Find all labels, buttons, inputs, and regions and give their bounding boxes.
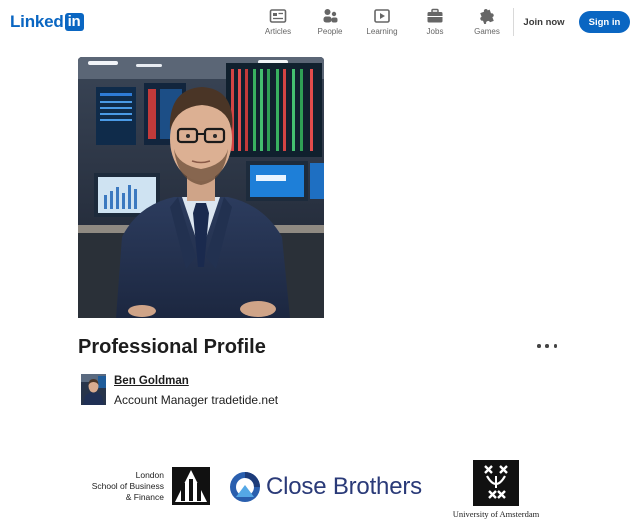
jobs-icon bbox=[427, 8, 443, 23]
nav-label: Jobs bbox=[426, 27, 444, 36]
logo-box: in bbox=[64, 13, 84, 31]
hero-image bbox=[78, 57, 324, 318]
articles-icon bbox=[269, 9, 287, 23]
uva-logo: University of Amsterdam bbox=[440, 460, 552, 522]
learning-icon bbox=[374, 9, 390, 23]
nav-jobs[interactable]: Jobs bbox=[413, 8, 457, 38]
nav-label: Articles bbox=[264, 27, 292, 36]
dot bbox=[553, 344, 557, 348]
lsbf-line: London bbox=[135, 470, 164, 480]
lsbf-wordmark: London School of Business & Finance bbox=[92, 470, 164, 503]
nav-articles[interactable]: Articles bbox=[256, 8, 300, 38]
nav-label: People bbox=[317, 27, 343, 36]
nav-people[interactable]: People bbox=[308, 8, 352, 38]
avatar-illustration bbox=[81, 374, 106, 405]
logo-text: Linked bbox=[10, 12, 64, 31]
lsbf-logo: London School of Business & Finance bbox=[84, 466, 212, 506]
nav-learning[interactable]: Learning bbox=[360, 8, 404, 38]
lsbf-line: & Finance bbox=[125, 492, 164, 502]
linkedin-logo[interactable]: Linked in bbox=[10, 12, 84, 32]
author-headline: Account Manager tradetide.net bbox=[114, 393, 279, 407]
author-name-link[interactable]: Ben Goldman bbox=[114, 375, 189, 387]
sign-in-button[interactable]: Sign in bbox=[579, 11, 630, 33]
dot bbox=[537, 344, 541, 348]
nav-divider bbox=[513, 8, 514, 36]
uva-crest-emblem bbox=[473, 460, 519, 506]
hero-photo-illustration bbox=[78, 57, 324, 318]
uva-wordmark: University of Amsterdam bbox=[452, 509, 540, 519]
close-brothers-emblem bbox=[230, 472, 260, 502]
games-icon bbox=[480, 9, 494, 24]
page-title: Professional Profile bbox=[78, 336, 266, 358]
nav-games[interactable]: Games bbox=[465, 8, 509, 38]
close-brothers-wordmark: Close Brothers bbox=[266, 473, 422, 500]
close-brothers-logo: Close Brothers bbox=[229, 470, 422, 504]
author-avatar[interactable] bbox=[81, 374, 106, 405]
lsbf-line: School of Business bbox=[91, 481, 164, 491]
nav-label: Learning bbox=[366, 27, 398, 36]
more-options-icon[interactable] bbox=[537, 339, 557, 353]
lsbf-pillar-emblem bbox=[172, 467, 210, 505]
people-icon bbox=[323, 9, 338, 23]
nav-label: Games bbox=[474, 27, 500, 36]
top-nav: Linked in Articles People Learning Jobs … bbox=[0, 0, 640, 44]
join-now-button[interactable]: Join now bbox=[519, 11, 569, 33]
dot bbox=[545, 344, 549, 348]
